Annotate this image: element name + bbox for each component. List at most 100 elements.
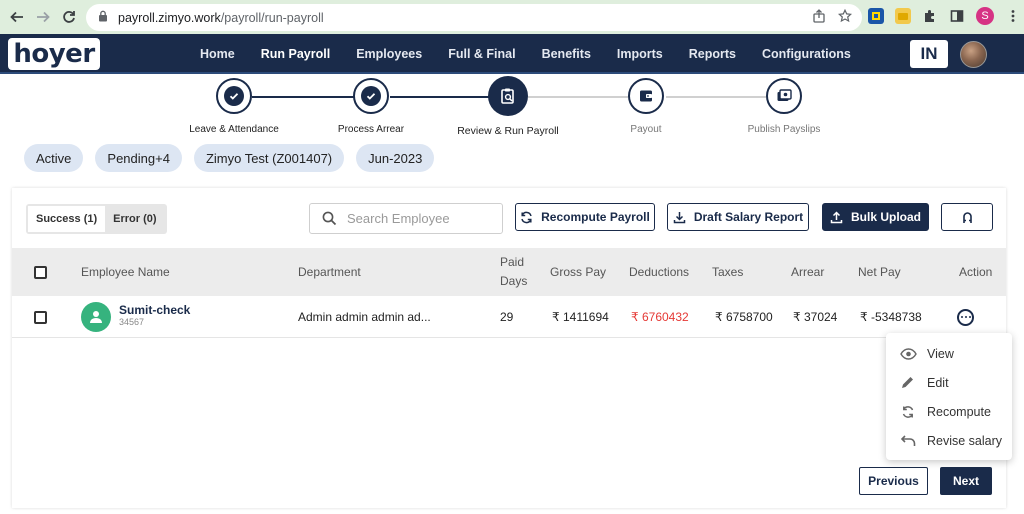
- previous-button[interactable]: Previous: [859, 467, 928, 495]
- payroll-stepper: Leave & Attendance Process Arrear Review…: [0, 76, 1024, 138]
- step-done-circle: [353, 78, 389, 114]
- main-menu: Home Run Payroll Employees Full & Final …: [200, 34, 877, 74]
- user-avatar[interactable]: [960, 41, 987, 68]
- download-icon: [673, 211, 686, 223]
- share-icon[interactable]: [812, 9, 826, 26]
- employee-name[interactable]: Sumit-check: [119, 303, 190, 317]
- filter-chips: Active Pending+4 Zimyo Test (Z001407) Ju…: [24, 144, 435, 172]
- extension-icon-2[interactable]: [895, 8, 911, 24]
- url-host: payroll.zimyo.work: [118, 10, 221, 25]
- taxes-cell: ₹ 6758700: [715, 310, 773, 324]
- bulk-upload-label: Bulk Upload: [850, 210, 921, 224]
- step-done-circle: [216, 78, 252, 114]
- profile-avatar[interactable]: S: [976, 7, 994, 25]
- upload-icon: [830, 210, 843, 223]
- forward-icon[interactable]: [34, 8, 52, 26]
- country-badge[interactable]: IN: [910, 40, 948, 68]
- draft-salary-report-button[interactable]: Draft Salary Report: [667, 203, 809, 231]
- menu-item-recompute-label: Recompute: [927, 404, 991, 419]
- employee-id: 34567: [119, 316, 145, 327]
- employee-cell: Sumit-check 34567: [81, 296, 190, 338]
- wallet-icon: [640, 90, 652, 102]
- check-icon: [229, 93, 239, 100]
- search-input[interactable]: [347, 211, 497, 226]
- tab-success[interactable]: Success (1): [28, 206, 106, 232]
- table-header: Employee Name Department Paid Days Gross…: [12, 248, 1006, 296]
- paid-days-cell: 29: [500, 310, 514, 324]
- deductions-cell: ₹ 6760432: [631, 310, 689, 324]
- reload-icon[interactable]: [60, 8, 78, 26]
- search-box: [309, 203, 503, 234]
- step-publish-payslips[interactable]: Publish Payslips: [714, 78, 854, 135]
- side-panel-icon[interactable]: [949, 8, 965, 24]
- recompute-payroll-button[interactable]: Recompute Payroll: [515, 203, 655, 231]
- col-department[interactable]: Department: [298, 248, 361, 296]
- col-employee-name[interactable]: Employee Name: [81, 248, 170, 296]
- col-action: Action: [959, 265, 993, 279]
- col-net-pay[interactable]: Net Pay: [858, 248, 901, 296]
- employee-avatar: [81, 302, 111, 332]
- next-button[interactable]: Next: [940, 467, 992, 495]
- browser-menu-icon[interactable]: [1005, 8, 1021, 24]
- col-paid-days[interactable]: Paid Days: [500, 248, 527, 296]
- step-pending-circle: [628, 78, 664, 114]
- person-icon: [90, 311, 102, 323]
- step-current-circle: [488, 76, 528, 116]
- more-options-icon[interactable]: [957, 308, 974, 326]
- undo-icon: [900, 434, 916, 446]
- magnet-icon: [962, 212, 972, 223]
- menu-item-edit[interactable]: Edit: [886, 368, 1012, 397]
- menu-item-revise-salary[interactable]: Revise salary: [886, 426, 1012, 455]
- chip-pending[interactable]: Pending+4: [95, 144, 182, 172]
- menu-item-recompute[interactable]: Recompute: [886, 397, 1012, 426]
- sync-icon: [902, 405, 914, 418]
- menu-item-edit-label: Edit: [927, 375, 949, 390]
- row-checkbox[interactable]: [34, 296, 47, 338]
- step-process-arrear[interactable]: Process Arrear: [301, 78, 441, 135]
- tab-error[interactable]: Error (0): [105, 206, 164, 232]
- chip-status[interactable]: Active: [24, 144, 84, 172]
- chip-month[interactable]: Jun-2023: [356, 144, 435, 172]
- recompute-payroll-label: Recompute Payroll: [541, 210, 650, 224]
- col-arrear[interactable]: Arrear: [791, 248, 824, 296]
- col-taxes[interactable]: Taxes: [712, 248, 743, 296]
- step-leave-attendance[interactable]: Leave & Attendance: [164, 78, 304, 135]
- step-label: Publish Payslips: [747, 124, 821, 135]
- extension-icon-1[interactable]: [868, 8, 884, 24]
- menu-run-payroll[interactable]: Run Payroll: [261, 47, 330, 61]
- menu-full-final[interactable]: Full & Final: [448, 47, 515, 61]
- address-bar[interactable]: payroll.zimyo.work/payroll/run-payroll: [86, 4, 862, 31]
- menu-item-revise-salary-label: Revise salary: [927, 433, 1003, 448]
- menu-imports[interactable]: Imports: [617, 47, 663, 61]
- payslips-icon: [777, 89, 792, 101]
- step-label: Process Arrear: [337, 124, 405, 135]
- step-payout[interactable]: Payout: [576, 78, 716, 135]
- table-row[interactable]: Sumit-check 34567 Admin admin admin ad..…: [12, 296, 1006, 338]
- eye-icon: [900, 347, 917, 360]
- step-label: Leave & Attendance: [189, 124, 279, 135]
- app-navbar: hoyer Home Run Payroll Employees Full & …: [0, 34, 1024, 74]
- menu-item-view[interactable]: View: [886, 339, 1012, 368]
- col-gross-pay[interactable]: Gross Pay: [550, 248, 606, 296]
- menu-item-view-label: View: [927, 346, 954, 361]
- select-all-checkbox[interactable]: [34, 248, 47, 296]
- menu-benefits[interactable]: Benefits: [542, 47, 591, 61]
- gross-pay-cell: ₹ 1411694: [552, 310, 609, 324]
- bookmark-star-icon[interactable]: [837, 8, 853, 26]
- company-logo[interactable]: hoyer: [8, 38, 100, 70]
- menu-configurations[interactable]: Configurations: [762, 47, 851, 61]
- extensions-puzzle-icon[interactable]: [922, 8, 938, 24]
- menu-home[interactable]: Home: [200, 47, 235, 61]
- menu-employees[interactable]: Employees: [356, 47, 422, 61]
- column-settings-button[interactable]: [941, 203, 993, 231]
- menu-reports[interactable]: Reports: [689, 47, 736, 61]
- search-icon: [322, 211, 337, 226]
- back-icon[interactable]: [8, 8, 26, 26]
- clipboard-search-icon: [501, 88, 514, 104]
- draft-salary-report-label: Draft Salary Report: [693, 210, 804, 224]
- bulk-upload-button[interactable]: Bulk Upload: [822, 203, 929, 231]
- col-deductions[interactable]: Deductions: [629, 248, 689, 296]
- step-pending-circle: [766, 78, 802, 114]
- step-review-run-payroll[interactable]: Review & Run Payroll: [438, 76, 578, 137]
- chip-company[interactable]: Zimyo Test (Z001407): [193, 144, 345, 172]
